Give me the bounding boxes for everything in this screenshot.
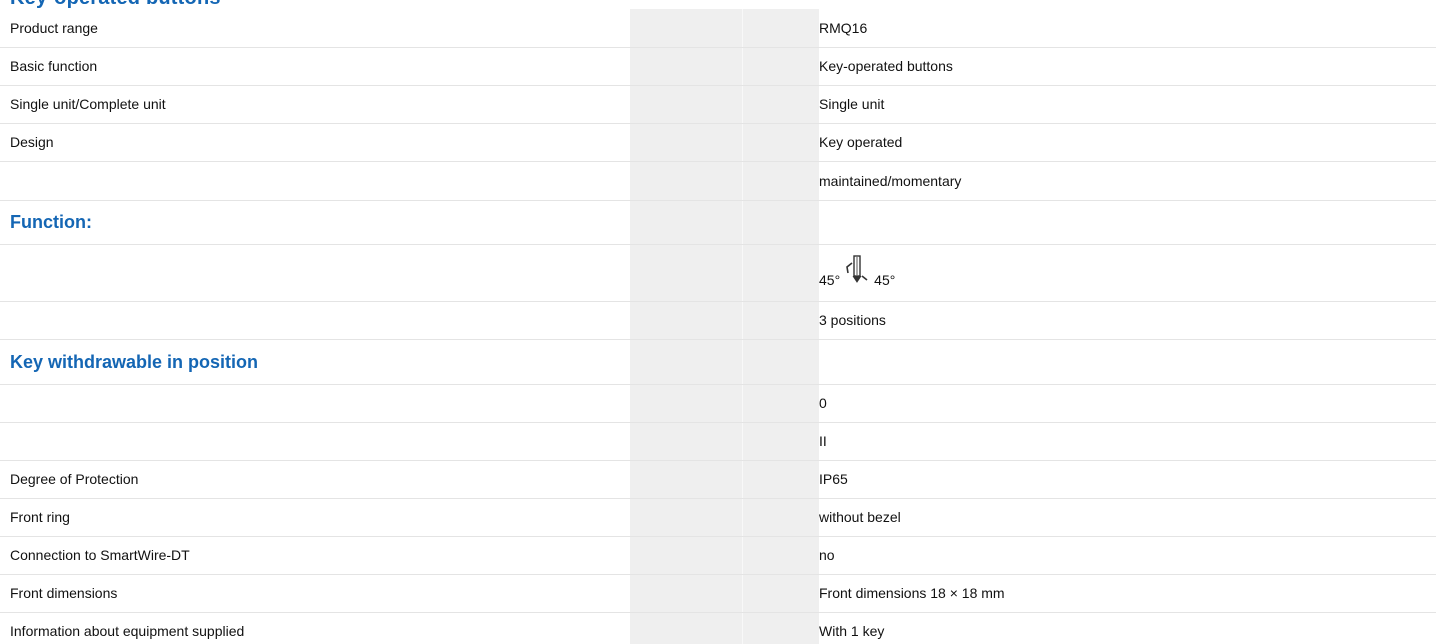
- row-value: 0: [819, 384, 1436, 423]
- row-label: [0, 161, 630, 201]
- row-label: [0, 422, 630, 461]
- row-value-symbol: 45° 45°: [819, 244, 1436, 302]
- table-row: Single unit/Complete unit Single unit: [0, 85, 1436, 124]
- row-label: Front dimensions: [0, 574, 630, 613]
- row-label: Design: [0, 123, 630, 162]
- table-row: Connection to SmartWire-DT no: [0, 536, 1436, 575]
- row-label: [0, 244, 630, 302]
- row-label: [0, 384, 630, 423]
- row-label: Basic function: [0, 47, 630, 86]
- table-row: Basic function Key-operated buttons: [0, 47, 1436, 86]
- angle-left-label: 45°: [819, 271, 841, 288]
- row-label: Front ring: [0, 498, 630, 537]
- section-title-key-withdrawable: Key withdrawable in position: [0, 339, 630, 385]
- table-row: Product range RMQ16: [0, 9, 1436, 48]
- row-value: 3 positions: [819, 301, 1436, 340]
- spec-table: Product range RMQ16 Basic function Key-o…: [0, 9, 1436, 644]
- row-label: Connection to SmartWire-DT: [0, 536, 630, 575]
- row-value: Key-operated buttons: [819, 47, 1436, 86]
- row-value: RMQ16: [819, 9, 1436, 48]
- row-value: II: [819, 422, 1436, 461]
- product-spec-page: Key-operated buttons Product range RMQ16…: [0, 0, 1436, 644]
- table-row: Degree of Protection IP65: [0, 460, 1436, 499]
- row-value: Single unit: [819, 85, 1436, 124]
- table-row: Information about equipment supplied Wit…: [0, 612, 1436, 644]
- row-value: Front dimensions 18 × 18 mm: [819, 574, 1436, 613]
- table-row: Front ring without bezel: [0, 498, 1436, 537]
- row-label: [0, 301, 630, 340]
- table-row: Design Key operated: [0, 123, 1436, 162]
- row-value: without bezel: [819, 498, 1436, 537]
- table-row: maintained/momentary: [0, 161, 1436, 201]
- table-row: Front dimensions Front dimensions 18 × 1…: [0, 574, 1436, 613]
- section-title-function: Function:: [0, 200, 630, 245]
- key-switch-symbol-icon: [846, 254, 868, 283]
- row-label: Product range: [0, 9, 630, 48]
- row-value: With 1 key: [819, 612, 1436, 644]
- row-value: IP65: [819, 460, 1436, 499]
- table-row: 3 positions: [0, 301, 1436, 340]
- row-value: [819, 200, 1436, 245]
- table-row: 45° 45°: [0, 244, 1436, 302]
- table-row: 0: [0, 384, 1436, 423]
- section-row: Function:: [0, 200, 1436, 245]
- row-label: Single unit/Complete unit: [0, 85, 630, 124]
- row-value: Key operated: [819, 123, 1436, 162]
- angle-right-label: 45°: [874, 271, 896, 288]
- row-value: [819, 339, 1436, 385]
- section-row: Key withdrawable in position: [0, 339, 1436, 385]
- row-label: Information about equipment supplied: [0, 612, 630, 644]
- table-row: II: [0, 422, 1436, 461]
- row-value: maintained/momentary: [819, 161, 1436, 201]
- row-label: Degree of Protection: [0, 460, 630, 499]
- row-value: no: [819, 536, 1436, 575]
